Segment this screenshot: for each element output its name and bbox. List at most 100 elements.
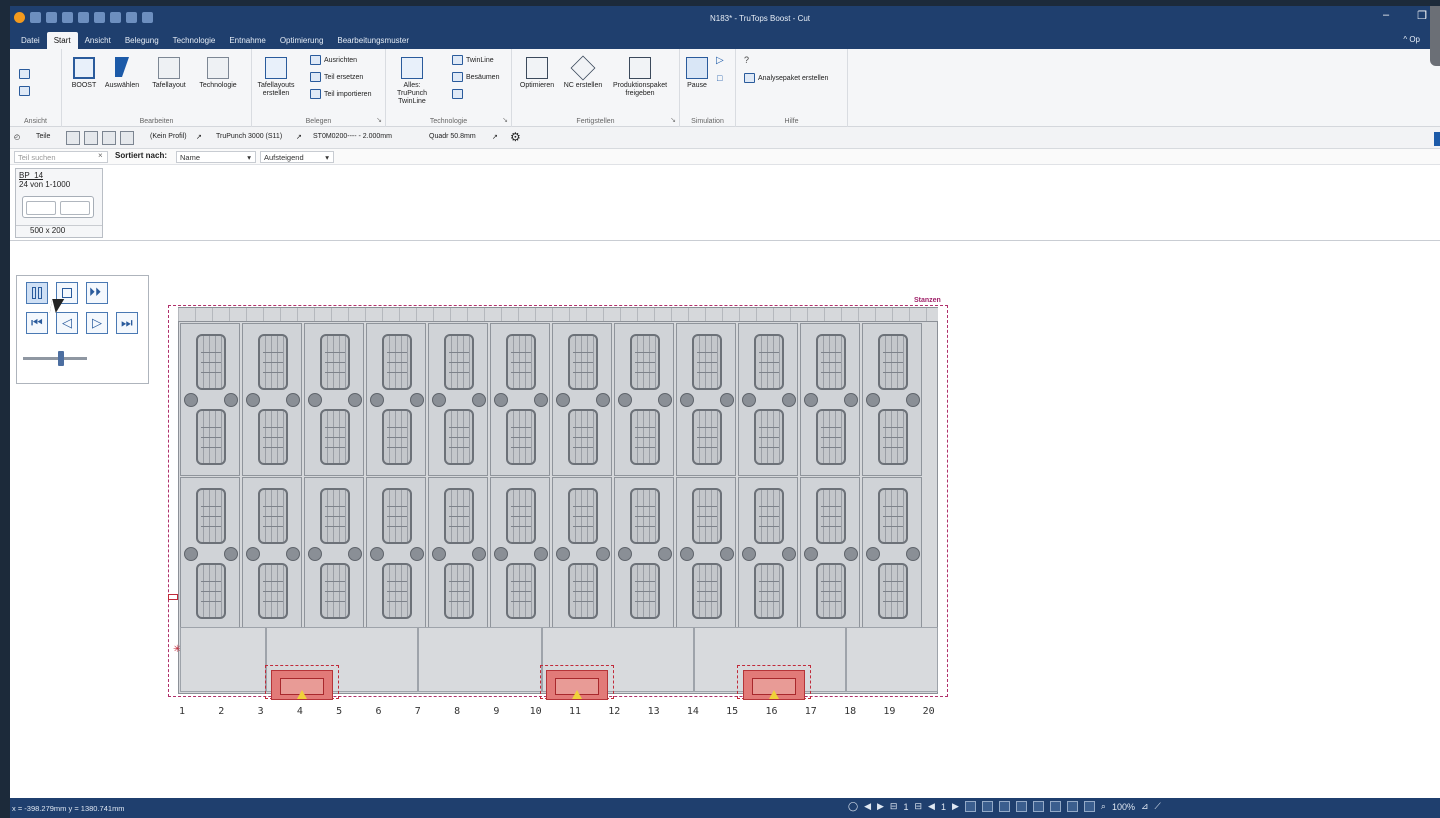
all-trupunch-button[interactable]: Alles: TruPunch TwinLine — [390, 57, 434, 106]
machine-selector[interactable]: TruPunch 3000 (S11) — [216, 133, 282, 140]
nested-part[interactable] — [366, 477, 426, 630]
tab-datei[interactable]: Datei — [14, 36, 47, 49]
nested-part[interactable] — [800, 477, 860, 630]
help-icon[interactable]: ? — [744, 55, 749, 65]
zoom-level[interactable]: 100% — [1112, 802, 1135, 812]
boost-button[interactable]: BOOST — [68, 57, 100, 90]
nested-part[interactable] — [180, 323, 240, 476]
view-mode-1-icon[interactable] — [964, 801, 976, 812]
nested-part[interactable] — [552, 477, 612, 630]
sort-order-select[interactable]: Aufsteigend ▾ — [260, 151, 334, 163]
nested-part[interactable] — [304, 323, 364, 476]
clear-search-icon[interactable]: × — [98, 151, 103, 160]
next-icon[interactable]: ▶ — [877, 801, 884, 812]
tab-entnahme[interactable]: Entnahme — [222, 36, 272, 49]
nested-part[interactable] — [552, 323, 612, 476]
pause-button[interactable]: Pause — [684, 57, 710, 90]
nested-part[interactable] — [304, 477, 364, 630]
parts-list-button[interactable] — [84, 131, 98, 145]
tab-optimierung[interactable]: Optimierung — [273, 36, 331, 49]
view-mode-5-icon[interactable] — [1032, 801, 1044, 812]
sheet-nav-icon[interactable]: ⊟ — [890, 801, 898, 812]
sim-speed-track[interactable] — [23, 357, 87, 360]
view-mode-4-icon[interactable] — [1015, 801, 1027, 812]
sheet-layout-button[interactable]: Tafellayout — [146, 57, 192, 90]
view-mode-2-icon[interactable] — [981, 801, 993, 812]
sim-back-button[interactable]: ◁ — [56, 312, 78, 334]
create-analysis-package-button[interactable]: Analysepaket erstellen — [744, 73, 828, 83]
nested-part[interactable] — [428, 477, 488, 630]
sim-last-button[interactable]: ⏭ — [116, 312, 138, 334]
tab-start[interactable]: Start — [46, 32, 78, 49]
nested-part[interactable] — [800, 323, 860, 476]
nested-part[interactable] — [366, 323, 426, 476]
panel-divider[interactable] — [10, 240, 1440, 241]
parts-columns-button[interactable] — [102, 131, 116, 145]
open-profile-icon[interactable]: ↗ — [196, 133, 202, 141]
part-card[interactable]: BP_14 24 von 1-1000 500 x 200 — [15, 168, 103, 238]
more-tech-button[interactable] — [452, 89, 463, 99]
nested-part[interactable] — [738, 323, 798, 476]
fertigstellen-dialog-launcher-icon[interactable]: ↘ — [670, 116, 676, 124]
redo-icon[interactable] — [46, 12, 57, 23]
side-panel-toggle[interactable] — [1434, 132, 1440, 146]
twinline-button[interactable]: TwinLine — [452, 55, 494, 65]
tab-bearbeitungsmuster[interactable]: Bearbeitungsmuster — [330, 36, 416, 49]
align-button[interactable]: Ausrichten — [310, 55, 357, 65]
nested-part[interactable] — [428, 323, 488, 476]
create-nc-button[interactable]: NC erstellen — [560, 55, 606, 90]
view-mode-7-icon[interactable] — [1066, 801, 1078, 812]
optimize-button[interactable]: Optimieren — [516, 57, 558, 90]
zoom-icon[interactable]: ⌕ — [1101, 801, 1106, 812]
tool-settings-icon[interactable]: ⚙ — [510, 130, 521, 144]
sim-pause-button[interactable] — [26, 282, 48, 304]
import-part-button[interactable]: Teil importieren — [310, 89, 371, 99]
release-production-package-button[interactable]: Produktionspaket freigeben — [608, 57, 672, 98]
sim-step-forward-button[interactable]: ⏵⏵ — [86, 282, 108, 304]
parts-home-button[interactable] — [66, 131, 80, 145]
play-icon[interactable]: ▷ — [716, 55, 724, 66]
layout-icon[interactable] — [110, 12, 121, 23]
belegen-dialog-launcher-icon[interactable]: ↘ — [376, 116, 382, 124]
part-search-input[interactable]: Teil suchen — [14, 151, 108, 163]
nested-part[interactable] — [180, 477, 240, 630]
profile-selector[interactable]: (Kein Profil) — [150, 133, 187, 140]
material-selector[interactable]: ST0M0200---- - 2.000mm — [313, 133, 392, 140]
nested-part[interactable] — [862, 323, 922, 476]
measure-tool-icon[interactable]: ⊿ — [1141, 801, 1149, 812]
sim-first-button[interactable]: ⏮ — [26, 312, 48, 334]
open-machine-icon[interactable]: ↗ — [296, 133, 302, 141]
sheet-nav-end-icon[interactable]: ⊟ — [914, 801, 922, 812]
nested-part[interactable] — [738, 477, 798, 630]
view-grid-icon[interactable] — [19, 69, 30, 79]
sim-speed-thumb[interactable] — [58, 351, 64, 366]
trim-button[interactable]: Besäumen — [452, 72, 499, 82]
undo-icon[interactable] — [30, 12, 41, 23]
prev-icon[interactable]: ◀ — [864, 801, 871, 812]
view-mode-8-icon[interactable] — [1083, 801, 1095, 812]
technologie-dialog-launcher-icon[interactable]: ↘ — [502, 116, 508, 124]
select-button[interactable]: Auswählen — [102, 57, 142, 90]
collapse-parts-icon[interactable]: ◴ — [14, 133, 20, 141]
first-page-icon[interactable]: ◀ — [928, 801, 935, 812]
nested-part[interactable] — [614, 323, 674, 476]
parts-filter-button[interactable] — [120, 131, 134, 145]
view-mode-6-icon[interactable] — [1049, 801, 1061, 812]
tool-selector[interactable]: Quadr 50.8mm — [429, 133, 476, 140]
stop-icon[interactable]: □ — [717, 73, 722, 83]
view-mode-3-icon[interactable] — [998, 801, 1010, 812]
tab-belegung[interactable]: Belegung — [118, 36, 166, 49]
nested-part[interactable] — [242, 323, 302, 476]
view-list-icon[interactable] — [19, 86, 30, 96]
open-tool-icon[interactable]: ↗ — [492, 133, 498, 141]
last-page-icon[interactable]: ▶ — [952, 801, 959, 812]
customize-icon[interactable] — [142, 12, 153, 23]
draw-tool-icon[interactable]: ⟋ — [1155, 801, 1161, 812]
save-icon[interactable] — [62, 12, 73, 23]
tab-ansicht[interactable]: Ansicht — [78, 36, 118, 49]
nested-part[interactable] — [676, 323, 736, 476]
sim-play-button[interactable]: ▷ — [86, 312, 108, 334]
measure-icon[interactable] — [126, 12, 137, 23]
sort-field-select[interactable]: Name ▾ — [176, 151, 256, 163]
nested-part[interactable] — [490, 323, 550, 476]
